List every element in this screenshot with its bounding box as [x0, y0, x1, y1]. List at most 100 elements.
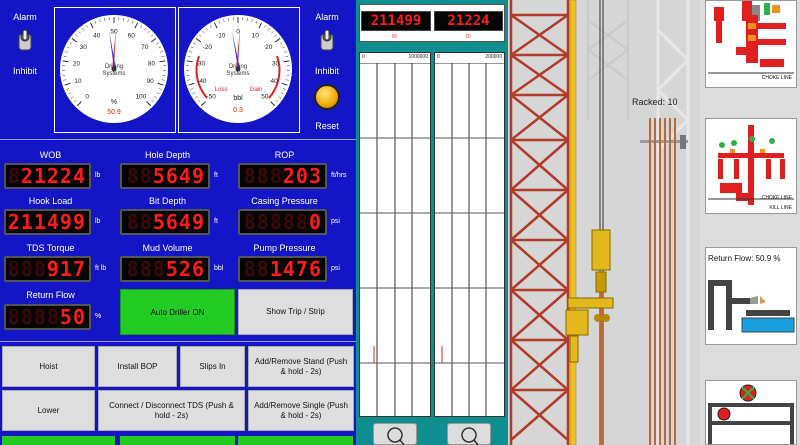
gauge-tick-label: 20 — [265, 44, 273, 51]
readout-value: 5649 — [152, 210, 205, 234]
return-flow-value: 50.9 % — [755, 254, 781, 263]
return-flow-card[interactable]: Return Flow: 50.9 % — [705, 247, 797, 345]
reset-button[interactable] — [314, 84, 340, 110]
gauge-tick-label: 10 — [252, 33, 260, 40]
readout-label: Hook Load — [28, 196, 73, 206]
readout-display: 888 917 — [4, 256, 91, 282]
readout-display: 8 21224 — [4, 163, 91, 189]
gain-label: Gain — [250, 87, 263, 93]
extra-green-button-2[interactable] — [120, 436, 235, 445]
hoist-button[interactable]: Hoist — [2, 346, 95, 387]
slips-in-button[interactable]: Slips In — [180, 346, 245, 387]
magnifier-icon — [387, 427, 405, 445]
scale-max-1: 1000000 — [408, 54, 428, 60]
readout-label: TDS Torque — [26, 243, 75, 253]
readout-unit: % — [95, 313, 102, 320]
readout-display: 88 1476 — [238, 256, 327, 282]
racked-text: Racked: — [632, 97, 666, 107]
readout-unit: psi — [331, 218, 340, 225]
gauge-tick-label: 50 — [110, 29, 118, 36]
hook-load-chart: 0 1000000 — [359, 52, 431, 417]
pit-gain-gauge: -50-40-30-20-1001020304050 Drilling Syst… — [178, 7, 300, 133]
readout-value: 203 — [282, 164, 322, 188]
gauge-tick-label: 40 — [271, 78, 279, 85]
readout-ghost-digits: 8 — [7, 164, 21, 188]
recorder-panel: 211499 21224 lb lb 0 1000000 0 200000 — [356, 0, 508, 445]
readout-display: 888 526 — [120, 256, 210, 282]
choke-kill-card[interactable]: CHOKE LINE KILL LINE — [705, 118, 797, 214]
readout-ghost-digits: 88888 — [243, 210, 309, 234]
readout-display: 88 5649 — [120, 163, 210, 189]
connect-disconnect-tds-button[interactable]: Connect / Disconnect TDS (Push & hold - … — [98, 390, 245, 431]
gauge-tick-label: 10 — [74, 78, 82, 85]
gauge-tick-label: -30 — [196, 61, 206, 68]
gauge-tick-label: 50 — [261, 93, 269, 100]
readout-ghost-digits: 88 — [243, 257, 270, 281]
control-panel: Alarm Inhibit Alarm Inhibit Reset 0 10 20 3… — [0, 0, 356, 445]
choke-line-label: CHOKE LINE — [761, 195, 792, 201]
gauge-tick-label: -20 — [203, 44, 213, 51]
show-trip-strip-button[interactable]: Show Trip / Strip — [238, 289, 353, 335]
gauge-tick-label: -10 — [216, 33, 226, 40]
extra-green-button-1[interactable] — [2, 436, 115, 445]
readout-unit: ft — [214, 218, 218, 225]
readout-unit: ft/hrs — [331, 172, 347, 179]
zoom-button-2[interactable] — [447, 423, 491, 445]
gauge-tick-label: -40 — [197, 78, 207, 85]
scale-min-2: 0 — [437, 54, 440, 60]
gauge-tick-label: 100 — [135, 93, 146, 100]
return-flow-dial: 0102030405060708090100 Drilling Systems … — [60, 15, 168, 123]
readout-label: WOB — [39, 150, 62, 160]
inhibit-label-left: Inhibit — [12, 66, 38, 76]
readout-label: ROP — [274, 150, 295, 160]
gauge-unit: bbl — [233, 95, 243, 102]
valve-card[interactable] — [705, 380, 797, 445]
readout-display: 88888 0 — [238, 209, 327, 235]
gauge-tick-label: 30 — [80, 44, 88, 51]
scale-min-1: 0 — [362, 54, 365, 60]
add-remove-stand-button[interactable]: Add/Remove Stand (Push & hold - 2s) — [248, 346, 354, 387]
gauge-label-2: Systems — [102, 71, 125, 77]
readout-label: Hole Depth — [144, 150, 191, 160]
readout-display: 8888 50 — [4, 304, 91, 330]
readout-label: Casing Pressure — [251, 196, 318, 206]
readout-unit: ft — [214, 172, 218, 179]
magnifier-icon — [461, 427, 479, 445]
unit-label-2: lb — [466, 34, 471, 40]
choke-line-card-top[interactable]: CHOKE LINE — [705, 0, 797, 88]
inhibit-label-right: Inhibit — [314, 66, 340, 76]
flow-line-icon — [708, 280, 795, 333]
loss-label: Loss — [215, 87, 228, 93]
return-flow-text: Return Flow: — [708, 254, 754, 263]
readout-value: 211499 — [7, 210, 86, 234]
alarm-toggle-right-icon[interactable] — [319, 28, 335, 56]
derrick-illustration — [508, 0, 700, 445]
readout-display: 211499 — [4, 209, 91, 235]
add-remove-single-button[interactable]: Add/Remove Single (Push & hold - 2s) — [248, 390, 354, 431]
alarm-toggle-left-icon[interactable] — [17, 28, 33, 56]
readout-display: 888 203 — [238, 163, 327, 189]
racked-label: Racked: 10 — [632, 97, 678, 107]
readout-value: 50 — [59, 305, 86, 329]
wob-mini-lcd: 21224 — [434, 11, 503, 31]
divider — [0, 139, 356, 140]
racked-count: 10 — [667, 97, 678, 107]
zoom-button-1[interactable] — [373, 423, 417, 445]
unit-label-1: lb — [392, 34, 397, 40]
readout-ghost-digits: 888 — [7, 257, 47, 281]
pit-gain-dial: -50-40-30-20-1001020304050 Drilling Syst… — [184, 15, 292, 123]
gauge-tick-label: 0 — [85, 93, 89, 100]
alarm-label-left: Alarm — [13, 12, 37, 22]
extra-green-button-3[interactable] — [238, 436, 353, 445]
reset-label: Reset — [315, 121, 339, 131]
lower-button[interactable]: Lower — [2, 390, 95, 431]
install-bop-button[interactable]: Install BOP — [98, 346, 177, 387]
auto-driller-button[interactable]: Auto Driller ON — [120, 289, 235, 335]
readout-unit: psi — [331, 265, 340, 272]
hook-load-trace — [360, 63, 430, 416]
gauge-tick-label: 20 — [73, 61, 81, 68]
status-panel: CHOKE LINE CHOKE LINE KILL LINE Return F… — [700, 0, 800, 445]
valve-icon — [708, 384, 794, 444]
gauge-tick-label: 40 — [93, 33, 101, 40]
readout-value: 5649 — [152, 164, 205, 188]
